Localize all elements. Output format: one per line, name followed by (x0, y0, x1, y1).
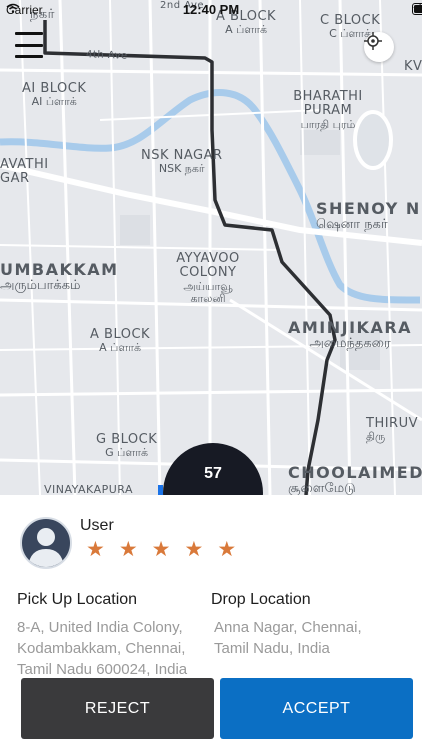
locate-button[interactable] (364, 32, 394, 62)
area-label: CHOOLAIMED சூளைமேடு (288, 463, 422, 495)
star-icon: ★ (86, 538, 105, 561)
area-label: A BLOCK A ப்ளாக் (90, 327, 151, 355)
area-label: VINAYAKAPURA (44, 483, 134, 495)
locate-icon (364, 32, 382, 50)
drop-title: Drop Location (211, 591, 311, 608)
area-label: AVATHI GAR (0, 157, 49, 187)
ride-request-sheet: User ★ ★ ★ ★ ★ Pick Up Location 8-A, Uni… (0, 495, 422, 750)
pickup-address: 8-A, United India Colony, Kodambakkam, C… (17, 619, 188, 678)
area-label: SHENOY N ஷெனா நகர் (316, 199, 421, 232)
pickup-title: Pick Up Location (17, 591, 138, 608)
rider-name: User (80, 517, 114, 534)
area-label: KV (404, 59, 422, 74)
menu-icon[interactable] (15, 30, 43, 60)
map-view[interactable]: 4th Ave 2nd Ave நகர் A BLOCK A ப்ளாக் C B… (0, 0, 422, 495)
area-label: NSK NAGAR NSK நகர் (141, 148, 223, 176)
map-canvas (0, 0, 422, 495)
area-label: THIRUV திரு (366, 416, 418, 444)
star-icon: ★ (217, 538, 237, 561)
area-label: AYYAVOO COLONY அய்யாவூ காலனி (176, 251, 240, 305)
area-label: AI BLOCK AI ப்ளாக் (22, 81, 87, 109)
star-icon: ★ (151, 538, 171, 561)
area-label: UMBAKKAM அரும்பாக்கம் (0, 260, 119, 293)
drop-address: Anna Nagar, Chennai, Tamil Nadu, India (214, 619, 362, 657)
reject-button[interactable]: REJECT (21, 678, 214, 739)
status-bar: Carrier 12:40 PM (0, 0, 422, 22)
star-icon: ★ (118, 538, 138, 561)
accept-button[interactable]: ACCEPT (220, 678, 413, 739)
road-label: 4th Ave (85, 49, 128, 62)
timer-value: 57 (204, 465, 222, 482)
star-icon: ★ (184, 538, 204, 561)
rider-rating: ★ ★ ★ ★ ★ (86, 539, 236, 560)
area-label: AMINJIKARA அமைந்தகரை (288, 318, 413, 351)
area-label: G BLOCK G ப்ளாக் (96, 432, 158, 460)
avatar (20, 517, 72, 569)
user-avatar-icon (28, 528, 64, 567)
battery-icon (412, 3, 422, 15)
area-label: BHARATHI PURAM பாரதி புரம் (293, 89, 363, 131)
status-time: 12:40 PM (182, 2, 240, 17)
